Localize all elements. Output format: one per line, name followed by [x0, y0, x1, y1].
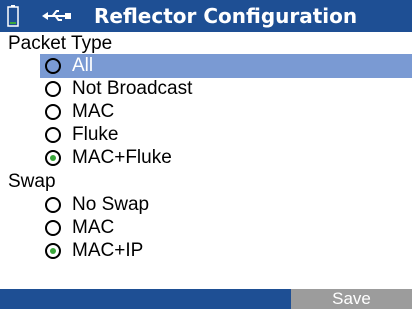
- radio-button-checked-icon: [45, 150, 61, 166]
- radio-button-icon: [45, 58, 61, 74]
- option-label: MAC+IP: [72, 240, 144, 261]
- battery-icon: [7, 5, 19, 27]
- option-label: MAC: [72, 217, 115, 238]
- option-label: No Swap: [72, 194, 150, 215]
- option-label: MAC: [72, 101, 115, 122]
- page-title: Reflector Configuration: [94, 4, 358, 28]
- packet-type-option-all[interactable]: All: [40, 54, 412, 78]
- option-label: MAC+Fluke: [72, 147, 172, 168]
- packet-type-label: Packet Type: [8, 33, 113, 54]
- radio-button-checked-icon: [45, 243, 61, 259]
- option-label: Fluke: [72, 124, 119, 145]
- swap-label: Swap: [8, 171, 56, 192]
- option-label: All: [72, 55, 94, 76]
- softkey-bar-blank: [0, 289, 291, 309]
- radio-button-icon: [45, 104, 61, 120]
- option-label: Not Broadcast: [72, 78, 193, 99]
- radio-button-icon: [45, 220, 61, 236]
- bottom-bar: Save: [0, 289, 412, 309]
- radio-button-icon: [45, 197, 61, 213]
- title-bar: Reflector Configuration: [0, 0, 412, 32]
- radio-button-icon: [45, 127, 61, 143]
- save-button[interactable]: Save: [291, 289, 412, 309]
- radio-button-icon: [45, 81, 61, 97]
- usb-icon: [42, 10, 71, 21]
